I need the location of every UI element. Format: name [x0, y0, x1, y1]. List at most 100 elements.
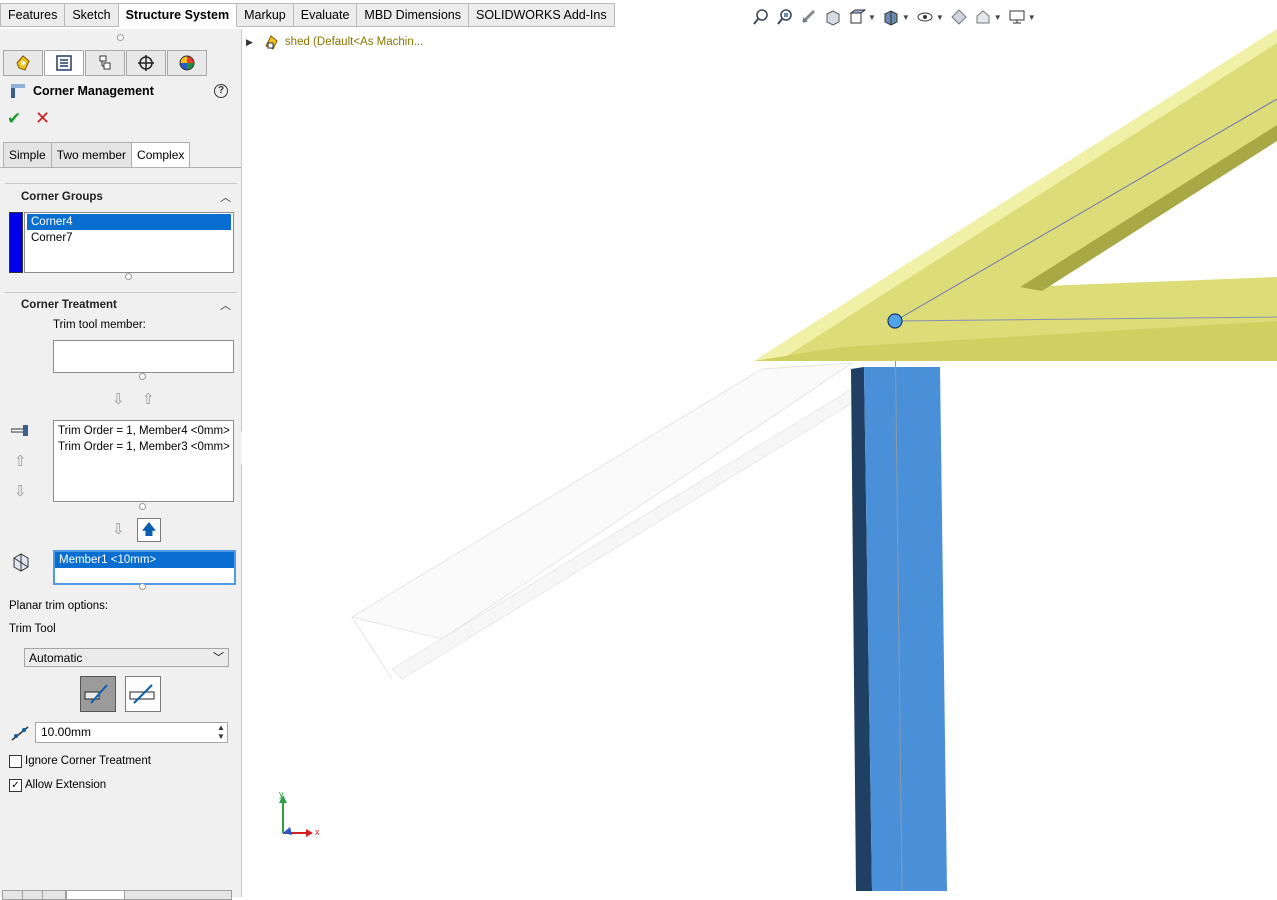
- ok-check-icon[interactable]: ✔: [7, 109, 21, 129]
- manager-tabs: [3, 50, 208, 76]
- tab-markup[interactable]: Markup: [237, 3, 294, 27]
- feature-manager-icon: [16, 55, 30, 71]
- list-resize-grip[interactable]: [139, 583, 146, 590]
- subtab-divider: [0, 167, 241, 168]
- planar-trim-button[interactable]: [80, 676, 116, 712]
- configuration-manager-icon: [99, 55, 111, 70]
- planar-trim-options-label: Planar trim options:: [9, 600, 109, 612]
- list-item-member1[interactable]: Member1 <10mm>: [55, 552, 234, 568]
- list-item-trim-order[interactable]: Trim Order = 1, Member3 <0mm>: [54, 439, 233, 455]
- corner-treatment-header: Corner Treatment: [21, 299, 117, 311]
- tab-simple[interactable]: Simple: [3, 142, 52, 168]
- hide-show-items-icon[interactable]: ▼: [916, 8, 944, 26]
- move-up-button[interactable]: 🡅: [137, 518, 161, 542]
- trim-tool-select[interactable]: Automatic ﹀: [24, 648, 229, 667]
- property-manager-panel: Corner Management ? ✔ ✕ Simple Two membe…: [0, 29, 242, 900]
- tab-solidworks-add-ins[interactable]: SOLIDWORKS Add-Ins: [468, 3, 615, 27]
- edit-appearance-icon[interactable]: [950, 8, 968, 26]
- corner-group-color-swatch[interactable]: [9, 212, 23, 273]
- triad-x-label: x: [315, 827, 320, 837]
- tab-complex[interactable]: Complex: [131, 142, 191, 168]
- bottom-tab-motion-study[interactable]: [124, 890, 232, 900]
- member-body-icon: [13, 553, 29, 572]
- trim-tool-select-value: Automatic: [29, 651, 83, 665]
- collapse-corner-groups-icon[interactable]: ︿: [220, 189, 231, 205]
- dimxpert-manager-tab[interactable]: [126, 50, 166, 76]
- feature-tree-flyout[interactable]: ▶ shed (Default<As Machin...: [246, 34, 423, 50]
- bottom-tab[interactable]: [22, 890, 44, 900]
- planar-trim-icon: [84, 684, 108, 704]
- move-down-arrow-icon[interactable]: ⇩: [112, 390, 125, 408]
- tab-mbd-dimensions[interactable]: MBD Dimensions: [357, 3, 469, 27]
- order-up-arrow-icon[interactable]: ⇧: [14, 452, 27, 470]
- reference-triad: y x: [279, 789, 320, 837]
- graphics-area[interactable]: y x ▶ shed (Default<As Machin...: [242, 29, 1277, 897]
- part-name-label: shed (Default<As Machin...: [284, 36, 424, 48]
- trim-tool-member-label: Trim tool member:: [53, 319, 146, 331]
- tab-sketch[interactable]: Sketch: [65, 3, 119, 27]
- zoom-to-fit-icon[interactable]: [752, 8, 770, 26]
- gap-distance-input[interactable]: 10.00mm ▲ ▼: [35, 722, 228, 743]
- allow-extension-checkbox[interactable]: ✓: [9, 779, 22, 792]
- page-title: Corner Management: [33, 84, 154, 98]
- bottom-tab-model[interactable]: [66, 890, 126, 900]
- display-manager-tab[interactable]: [167, 50, 207, 76]
- section-view-icon[interactable]: [824, 8, 842, 26]
- panel-resize-grip[interactable]: [117, 34, 124, 41]
- corner-groups-list[interactable]: Corner4 Corner7: [24, 212, 234, 273]
- list-resize-grip[interactable]: [139, 373, 146, 380]
- list-resize-grip[interactable]: [139, 503, 146, 510]
- cancel-x-icon[interactable]: ✕: [35, 108, 50, 129]
- corner-management-icon: [11, 84, 25, 98]
- property-manager-icon: [56, 55, 72, 71]
- triad-y-label: y: [279, 789, 284, 799]
- tab-evaluate[interactable]: Evaluate: [293, 3, 358, 27]
- collapse-corner-treatment-icon[interactable]: ︿: [220, 297, 231, 313]
- vertical-member[interactable]: [851, 320, 947, 892]
- move-down-arrow-icon[interactable]: ⇩: [112, 520, 125, 538]
- tab-features[interactable]: Features: [0, 3, 66, 27]
- list-item-trim-order[interactable]: Trim Order = 1, Member4 <0mm>: [54, 423, 233, 439]
- configuration-manager-tab[interactable]: [85, 50, 125, 76]
- list-resize-grip[interactable]: [125, 273, 132, 280]
- property-manager-tab[interactable]: [44, 50, 84, 76]
- model-scene[interactable]: y x: [242, 29, 1277, 897]
- move-up-arrow-icon[interactable]: ⇧: [142, 390, 155, 408]
- ignore-corner-treatment-checkbox[interactable]: [9, 755, 22, 768]
- heads-up-view-toolbar: ▼ ▼ ▼ ▼ ▼: [752, 8, 1042, 26]
- ghost-member: [350, 362, 863, 680]
- tab-structure-system[interactable]: Structure System: [118, 3, 238, 27]
- trim-tool-member-list[interactable]: [53, 340, 234, 373]
- tab-two-member[interactable]: Two member: [50, 142, 133, 168]
- feature-manager-tab[interactable]: [3, 50, 43, 76]
- allow-extension-label: Allow Extension: [25, 779, 107, 791]
- bottom-tab[interactable]: [42, 890, 66, 900]
- member-list[interactable]: Member1 <10mm>: [53, 550, 236, 585]
- trim-order-icon: [11, 425, 28, 436]
- help-icon[interactable]: ?: [214, 84, 228, 98]
- zoom-to-area-icon[interactable]: [776, 8, 794, 26]
- gap-distance-icon: [11, 726, 29, 741]
- view-orientation-icon[interactable]: ▼: [848, 8, 876, 26]
- list-item-corner4[interactable]: Corner4: [27, 214, 231, 230]
- trim-tool-heading: Trim Tool: [9, 623, 56, 635]
- display-style-icon[interactable]: ▼: [882, 8, 910, 26]
- spin-arrows-icon[interactable]: ▲ ▼: [216, 723, 226, 741]
- apply-scene-icon[interactable]: ▼: [974, 8, 1002, 26]
- expand-arrow-icon[interactable]: ▶: [246, 37, 253, 48]
- trim-tool-member-value: [54, 341, 233, 357]
- list-item-corner7[interactable]: Corner7: [27, 230, 231, 246]
- previous-view-icon[interactable]: [800, 8, 818, 26]
- rafter-member[interactable]: [754, 29, 1277, 361]
- chevron-down-icon: ﹀: [213, 652, 224, 664]
- bottom-tab[interactable]: [2, 890, 24, 900]
- order-down-arrow-icon[interactable]: ⇩: [14, 482, 27, 500]
- view-settings-icon[interactable]: ▼: [1008, 8, 1036, 26]
- gap-distance-value: 10.00mm: [41, 725, 92, 739]
- trim-order-list[interactable]: Trim Order = 1, Member4 <0mm> Trim Order…: [53, 420, 234, 502]
- ignore-corner-treatment-label: Ignore Corner Treatment: [25, 755, 151, 767]
- property-manager-header: Corner Management: [9, 82, 154, 100]
- corner-groups-header: Corner Groups: [21, 191, 103, 203]
- sketch-point-handle[interactable]: [887, 313, 903, 329]
- body-trim-button[interactable]: [125, 676, 161, 712]
